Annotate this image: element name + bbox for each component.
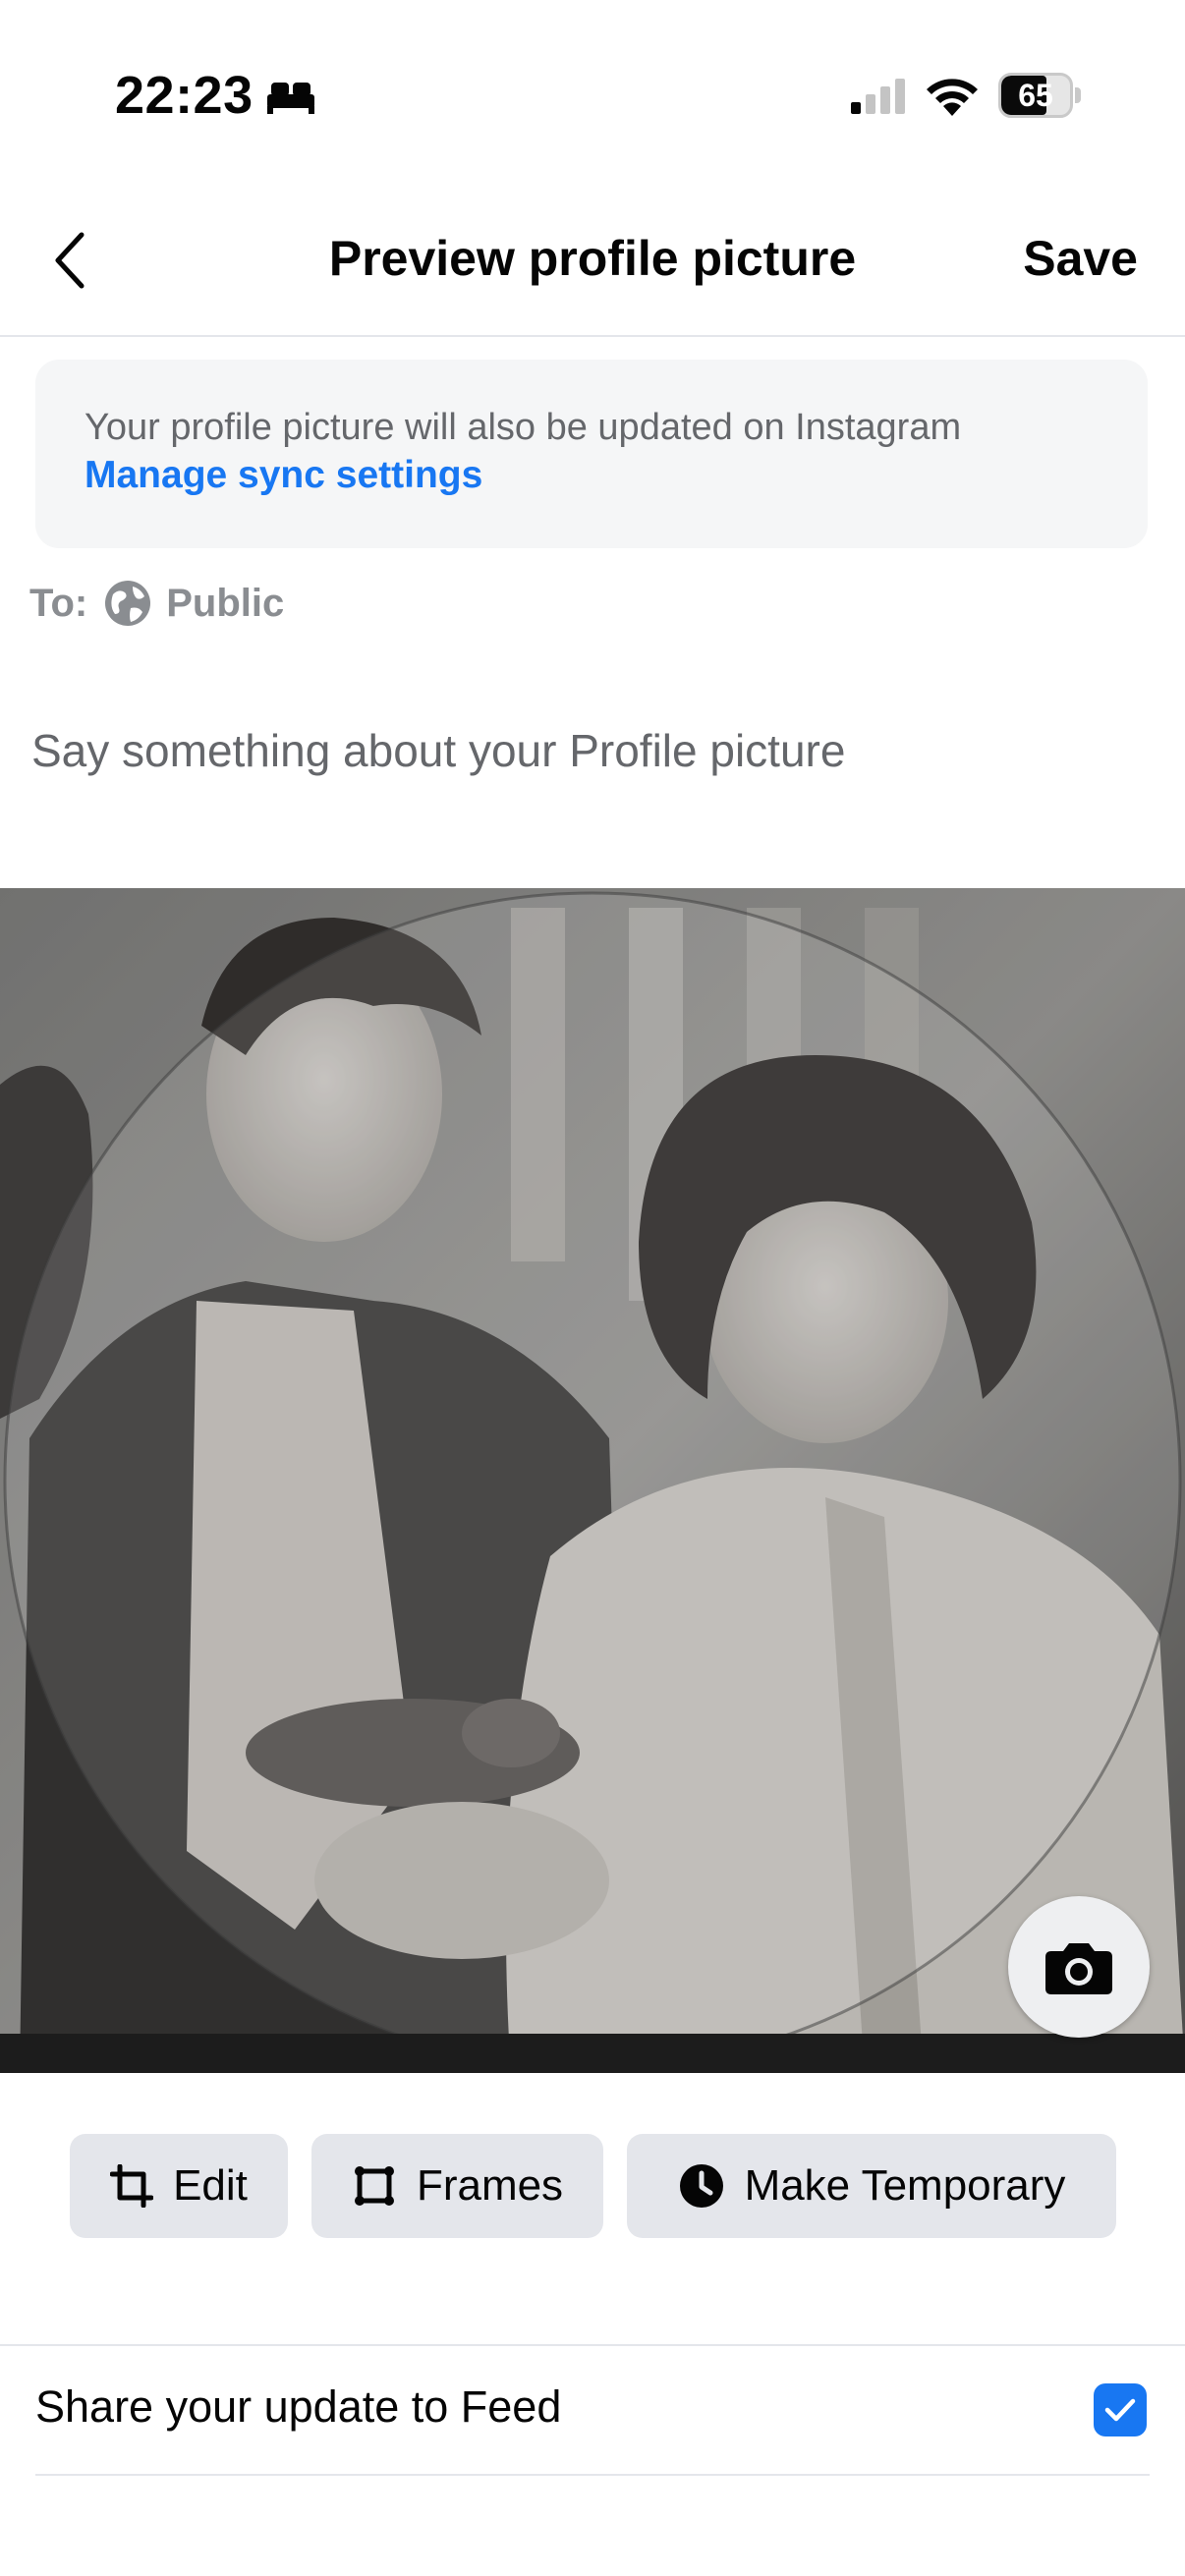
share-to-feed-row[interactable]: Share your update to Feed <box>0 2346 1185 2474</box>
back-button[interactable] <box>35 221 104 300</box>
save-button[interactable]: Save <box>1023 230 1138 287</box>
sync-banner: Your profile picture will also be update… <box>35 360 1148 548</box>
frames-button[interactable]: Frames <box>311 2134 603 2238</box>
status-time: 22:23 <box>115 66 254 125</box>
profile-photo-image <box>0 888 1185 2073</box>
share-to-feed-checkbox[interactable] <box>1094 2383 1147 2436</box>
change-photo-camera-button[interactable] <box>1008 1896 1150 2038</box>
audience-selector[interactable]: To: Public <box>29 576 284 631</box>
caption-input[interactable] <box>31 724 1152 777</box>
frames-label: Frames <box>416 2161 564 2210</box>
battery-level: 65 <box>1018 78 1053 113</box>
clock-icon <box>679 2164 723 2208</box>
edit-label: Edit <box>173 2161 248 2210</box>
sync-banner-text: Your profile picture will also be update… <box>85 407 962 448</box>
signal-icon <box>851 79 905 114</box>
make-temporary-label: Make Temporary <box>744 2161 1066 2210</box>
manage-sync-settings-link[interactable]: Manage sync settings <box>85 451 1099 500</box>
camera-icon <box>1045 1943 1112 1994</box>
crop-icon <box>110 2164 154 2208</box>
checkmark-icon <box>1104 2398 1136 2422</box>
audience-label: To: <box>29 581 88 625</box>
edit-button[interactable]: Edit <box>70 2134 288 2238</box>
header: Preview profile picture Save <box>0 196 1185 337</box>
sleep-icon <box>267 83 314 114</box>
audience-value: Public <box>166 581 285 625</box>
page-title: Preview profile picture <box>328 231 857 286</box>
make-temporary-button[interactable]: Make Temporary <box>627 2134 1116 2238</box>
back-arrow-icon <box>55 232 85 289</box>
profile-photo-preview[interactable] <box>0 888 1185 2073</box>
frame-icon <box>354 2166 394 2206</box>
share-to-feed-label: Share your update to Feed <box>35 2381 562 2432</box>
divider <box>35 2474 1150 2476</box>
wifi-icon <box>927 79 978 116</box>
photo-actions: Edit Frames Make Temporary <box>0 2134 1185 2238</box>
status-bar: 22:23 65 <box>0 0 1185 187</box>
battery-icon: 65 <box>998 73 1081 118</box>
globe-icon <box>105 581 151 626</box>
